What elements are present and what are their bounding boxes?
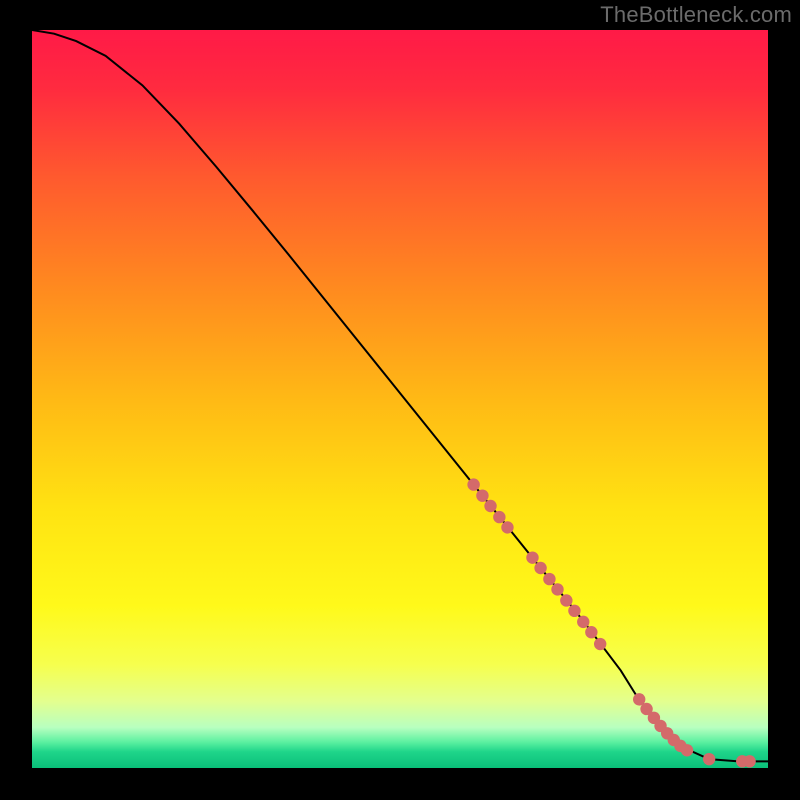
gradient-background bbox=[32, 30, 768, 768]
highlight-point bbox=[703, 753, 715, 765]
highlight-point bbox=[484, 500, 496, 512]
plot-svg bbox=[32, 30, 768, 768]
highlight-point bbox=[526, 551, 538, 563]
highlight-point bbox=[476, 489, 488, 501]
highlight-point bbox=[493, 511, 505, 523]
highlight-point bbox=[467, 478, 479, 490]
highlight-point bbox=[560, 594, 572, 606]
chart-frame: TheBottleneck.com bbox=[0, 0, 800, 800]
highlight-point bbox=[568, 605, 580, 617]
highlight-point bbox=[534, 562, 546, 574]
highlight-point bbox=[594, 638, 606, 650]
highlight-point bbox=[501, 521, 513, 533]
highlight-point bbox=[743, 755, 755, 767]
watermark-text: TheBottleneck.com bbox=[600, 2, 792, 28]
plot-area bbox=[32, 30, 768, 768]
highlight-point bbox=[551, 583, 563, 595]
highlight-point bbox=[543, 573, 555, 585]
highlight-point bbox=[681, 744, 693, 756]
highlight-point bbox=[577, 616, 589, 628]
highlight-point bbox=[585, 626, 597, 638]
